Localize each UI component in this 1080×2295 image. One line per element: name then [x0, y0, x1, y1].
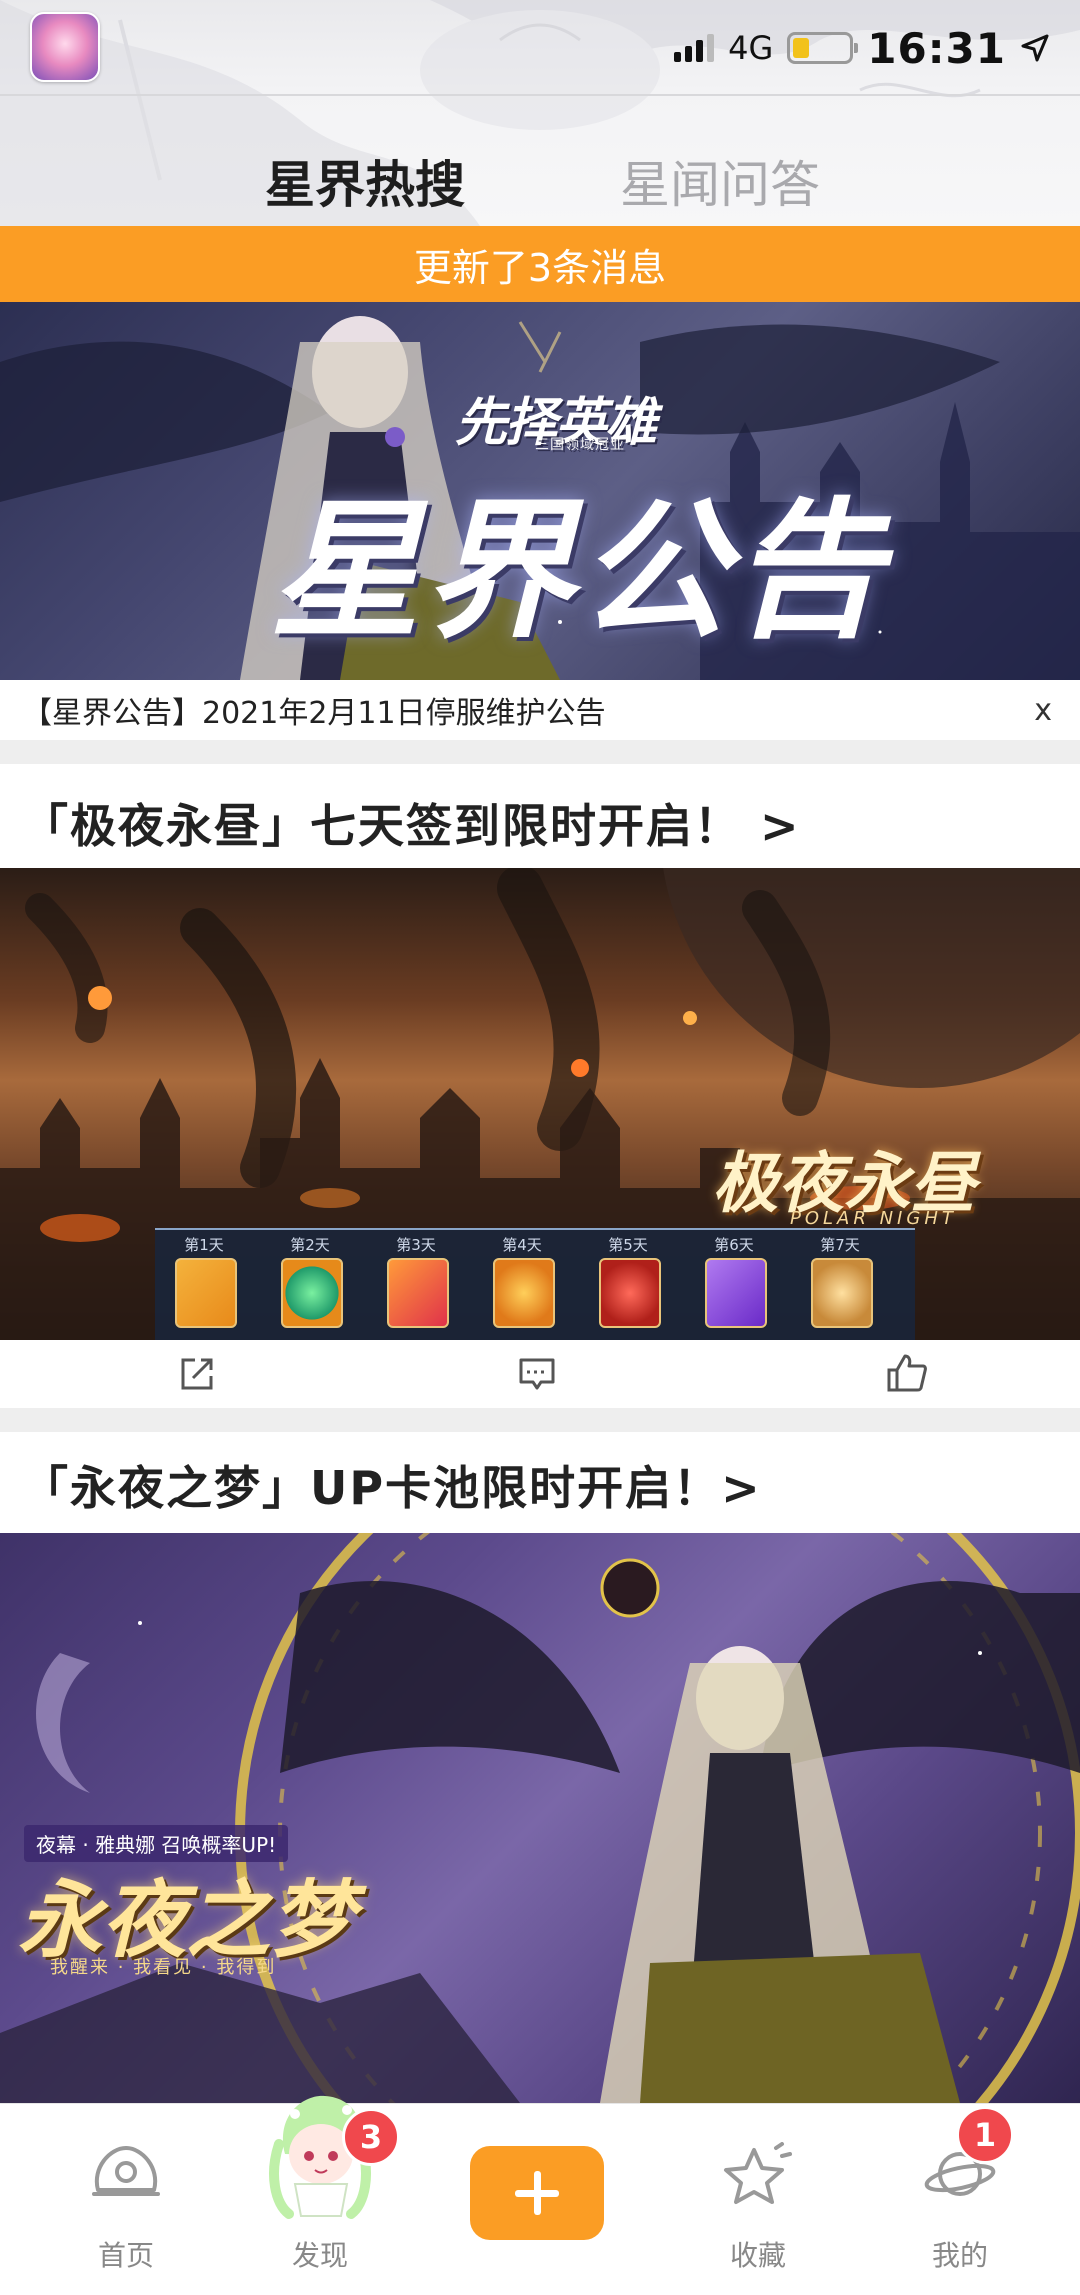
like-icon[interactable]	[885, 1352, 929, 1396]
bottom-nav: 首页 发现 3 收藏 我的 1	[0, 2095, 1080, 2295]
announcement-banner[interactable]: 先择英雄 三国领域冠亚 星界公告	[0, 302, 1080, 680]
dream-subtitle: 我醒来 · 我看见 · 我得到	[50, 1957, 277, 1978]
day-label: 第4天	[502, 1236, 542, 1254]
tab-hot-search[interactable]: 星界热搜	[265, 145, 465, 217]
amber-reward-icon	[811, 1258, 873, 1328]
announcement-notice[interactable]: 【星界公告】2021年2月11日停服维护公告 x	[0, 680, 1080, 740]
network-type: 4G	[728, 29, 774, 67]
eternal-night-art	[0, 1533, 1080, 2103]
tab-qa[interactable]: 星闻问答	[620, 145, 820, 217]
nav-favorites[interactable]: 收藏	[668, 2104, 848, 2295]
notification-badge: 1	[956, 2106, 1014, 2164]
clock: 16:31	[867, 23, 1006, 73]
update-banner[interactable]: 更新了3条消息	[0, 226, 1080, 302]
day-cell: 第2天	[261, 1230, 359, 1340]
nav-label: 首页	[97, 2239, 154, 2272]
status-bar: 4G 16:31	[674, 18, 1050, 78]
card-reward-icon	[387, 1258, 449, 1328]
day-label: 第5天	[608, 1236, 648, 1254]
day-label: 第7天	[820, 1236, 860, 1254]
location-arrow-icon	[1021, 34, 1049, 62]
section-divider	[0, 740, 1080, 764]
day-cell: 第4天	[473, 1230, 571, 1340]
section-divider	[0, 1408, 1080, 1432]
potion-reward-icon	[493, 1258, 555, 1328]
day-cell: 第3天	[367, 1230, 465, 1340]
sign-in-day-strip: 第1天 第2天 第3天 第4天 第5天 第6天 第7天	[155, 1228, 915, 1340]
purple-crystal-reward-icon	[705, 1258, 767, 1328]
notification-badge: 3	[342, 2108, 400, 2166]
gem-reward-icon	[599, 1258, 661, 1328]
battery-icon	[787, 32, 859, 64]
day-cell: 第5天	[579, 1230, 677, 1340]
divider	[0, 94, 1080, 96]
post-title[interactable]: 「永夜之梦」UP卡池限时开启！>	[22, 1452, 762, 1518]
announcement-title: 星界公告	[270, 485, 887, 659]
update-banner-text: 更新了3条消息	[413, 245, 667, 290]
tab-label: 星闻问答	[620, 156, 820, 214]
post-title[interactable]: 「极夜永昼」七天签到限时开启！ >	[22, 790, 801, 856]
orb-reward-icon	[281, 1258, 343, 1328]
tab-label: 星界热搜	[265, 156, 465, 214]
post-image-polar-night[interactable]: 极夜永昼 POLAR NIGHT 第1天 第2天 第3天 第4天 第5天 第6天…	[0, 868, 1080, 1340]
polar-night-subtitle: POLAR NIGHT	[790, 1208, 957, 1229]
day-label: 第6天	[714, 1236, 754, 1254]
app-screen: 4G 16:31 星界热搜 星闻问答 更新了3条消息 先择英雄 三国领域冠亚 星…	[0, 0, 1080, 2295]
comment-icon[interactable]	[515, 1352, 559, 1396]
nav-label: 收藏	[729, 2239, 786, 2272]
crystal-reward-icon	[175, 1258, 237, 1328]
signal-icon	[674, 34, 715, 62]
nav-home[interactable]: 首页	[36, 2104, 216, 2295]
nav-discover[interactable]: 发现 3	[230, 2095, 410, 2295]
notice-text: 【星界公告】2021年2月11日停服维护公告	[22, 696, 606, 731]
day-label: 第1天	[184, 1236, 224, 1254]
day-cell: 第7天	[791, 1230, 889, 1340]
post-image-eternal-night-dream[interactable]: 夜幕 · 雅典娜 召唤概率UP! 永夜之梦 我醒来 · 我看见 · 我得到	[0, 1533, 1080, 2103]
day-cell: 第1天	[155, 1230, 253, 1340]
top-header: 4G 16:31 星界热搜 星闻问答	[0, 0, 1080, 226]
home-icon	[92, 2146, 160, 2196]
announcement-subtitle: 先择英雄 三国领域冠亚	[455, 380, 657, 455]
nav-label: 我的	[931, 2239, 988, 2272]
tab-bar: 星界热搜 星闻问答	[0, 135, 1080, 226]
nav-profile[interactable]: 我的 1	[870, 2104, 1050, 2295]
star-icon	[724, 2142, 792, 2204]
app-avatar[interactable]	[30, 12, 100, 82]
day-cell: 第6天	[685, 1230, 783, 1340]
day-label: 第3天	[396, 1236, 436, 1254]
nav-label: 发现	[291, 2239, 348, 2272]
create-post-button[interactable]	[470, 2146, 604, 2240]
close-button[interactable]: x	[1028, 693, 1058, 728]
post-action-bar	[0, 1340, 1080, 1408]
share-icon[interactable]	[175, 1352, 219, 1396]
day-label: 第2天	[290, 1236, 330, 1254]
